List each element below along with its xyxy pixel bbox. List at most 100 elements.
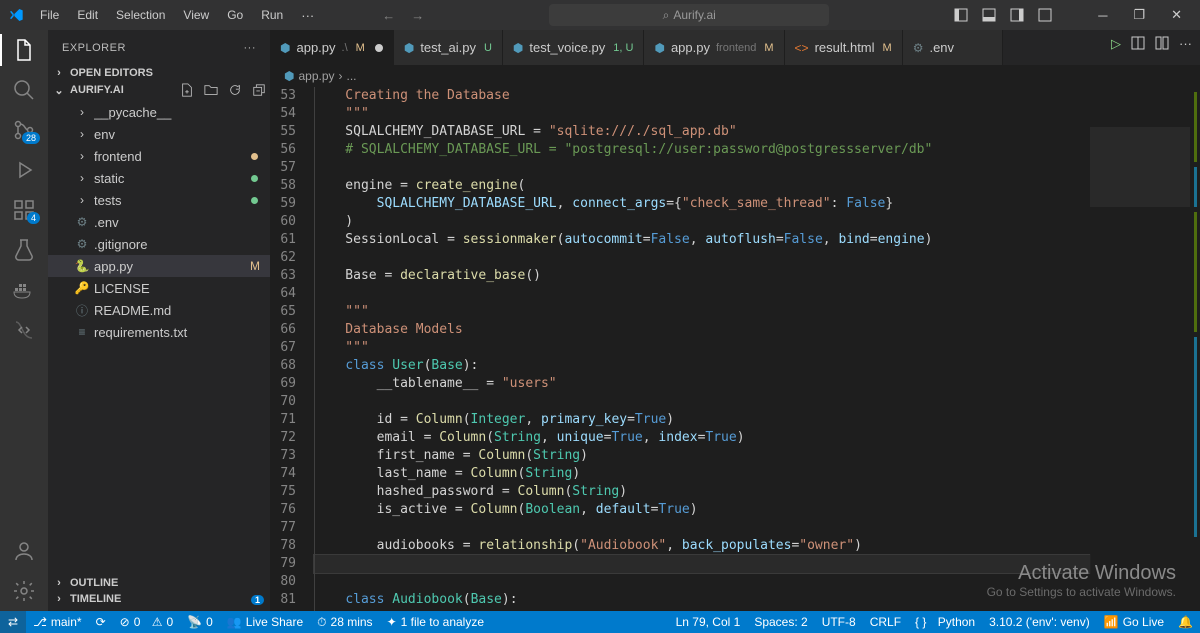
status-golive[interactable]: 📶Go Live: [1097, 611, 1171, 633]
code-line-82[interactable]: __tablename__ = "audiobooks": [314, 609, 1090, 611]
code-line-56[interactable]: # SQLALCHEMY_DATABASE_URL = "postgresql:…: [314, 141, 1090, 159]
tree-item--gitignore[interactable]: ⚙.gitignore: [48, 233, 270, 255]
new-file-icon[interactable]: [180, 83, 194, 97]
code-line-79[interactable]: [314, 555, 1090, 573]
status-ports[interactable]: 📡0: [180, 611, 220, 633]
menu-overflow[interactable]: ···: [293, 4, 322, 27]
tab--env-5[interactable]: ⚙.env: [903, 30, 1003, 65]
activity-remote-icon[interactable]: [12, 318, 36, 342]
code-line-57[interactable]: [314, 159, 1090, 177]
tree-item-readme-md[interactable]: ⓘREADME.md: [48, 299, 270, 321]
code-line-53[interactable]: Creating the Database: [314, 87, 1090, 105]
status-branch[interactable]: ⎇main*: [26, 611, 89, 633]
activity-search-icon[interactable]: [12, 78, 36, 102]
refresh-icon[interactable]: [228, 83, 242, 97]
code-line-55[interactable]: SQLALCHEMY_DATABASE_URL = "sqlite:///./s…: [314, 123, 1090, 141]
tree-item-requirements-txt[interactable]: ≡requirements.txt: [48, 321, 270, 343]
diff-icon[interactable]: [1155, 36, 1169, 52]
code-line-66[interactable]: Database Models: [314, 321, 1090, 339]
status-time[interactable]: ⏱28 mins: [310, 611, 379, 633]
command-center[interactable]: ⌕ Aurify.ai: [549, 4, 829, 26]
tab-app-py-0[interactable]: ⬢app.py.\M: [270, 30, 394, 65]
menu-run[interactable]: Run: [253, 4, 291, 27]
section-outline[interactable]: ›OUTLINE: [48, 575, 270, 591]
code-line-71[interactable]: id = Column(Integer, primary_key=True): [314, 411, 1090, 429]
menu-edit[interactable]: Edit: [69, 4, 106, 27]
layout-toggle-secondary-icon[interactable]: [1010, 8, 1024, 22]
code-content[interactable]: Creating the Database """ SQLALCHEMY_DAT…: [314, 87, 1090, 611]
code-editor[interactable]: 5354555657585960616263646566676869707172…: [270, 87, 1200, 611]
status-language[interactable]: { } Python: [908, 611, 982, 633]
menu-view[interactable]: View: [175, 4, 217, 27]
code-line-60[interactable]: ): [314, 213, 1090, 231]
nav-back-icon[interactable]: ←: [382, 8, 395, 23]
status-position[interactable]: Ln 79, Col 1: [669, 611, 748, 633]
tree-item-tests[interactable]: ›tests: [48, 189, 270, 211]
tree-item-app-py[interactable]: 🐍app.pyM: [48, 255, 270, 277]
code-line-64[interactable]: [314, 285, 1090, 303]
section-timeline[interactable]: ›TIMELINE1: [48, 591, 270, 607]
code-line-81[interactable]: class Audiobook(Base):: [314, 591, 1090, 609]
breadcrumb[interactable]: ⬢ app.py › ...: [270, 65, 1200, 87]
code-line-77[interactable]: [314, 519, 1090, 537]
layout-toggle-primary-icon[interactable]: [954, 8, 968, 22]
status-analyze[interactable]: ✦1 file to analyze: [380, 611, 491, 633]
code-line-73[interactable]: first_name = Column(String): [314, 447, 1090, 465]
tree-item-env[interactable]: ›env: [48, 123, 270, 145]
section-open-editors[interactable]: ›OPEN EDITORS: [48, 65, 270, 81]
status-problems[interactable]: ⊘0 ⚠0: [113, 611, 181, 633]
code-line-65[interactable]: """: [314, 303, 1090, 321]
status-spaces[interactable]: Spaces: 2: [747, 611, 814, 633]
menu-file[interactable]: File: [32, 4, 67, 27]
code-line-62[interactable]: [314, 249, 1090, 267]
status-eol[interactable]: CRLF: [863, 611, 908, 633]
code-line-68[interactable]: class User(Base):: [314, 357, 1090, 375]
activity-explorer-icon[interactable]: [12, 38, 36, 62]
status-liveshare[interactable]: 👥Live Share: [220, 611, 310, 633]
collapse-all-icon[interactable]: [252, 83, 266, 97]
tree-item-__pycache__[interactable]: ›__pycache__: [48, 101, 270, 123]
activity-testing-icon[interactable]: [12, 238, 36, 262]
window-minimize-icon[interactable]: ─: [1092, 8, 1113, 23]
code-line-72[interactable]: email = Column(String, unique=True, inde…: [314, 429, 1090, 447]
code-line-61[interactable]: SessionLocal = sessionmaker(autocommit=F…: [314, 231, 1090, 249]
tree-item-frontend[interactable]: ›frontend: [48, 145, 270, 167]
section-workspace[interactable]: ⌄ AURIFY.AI: [48, 81, 270, 99]
code-line-75[interactable]: hashed_password = Column(String): [314, 483, 1090, 501]
layout-customize-icon[interactable]: [1038, 8, 1052, 22]
status-notifications[interactable]: 🔔: [1171, 611, 1200, 633]
tab-test_voice-py-2[interactable]: ⬢test_voice.py1, U: [503, 30, 645, 65]
activity-scm-icon[interactable]: 28: [12, 118, 36, 142]
status-interpreter[interactable]: 3.10.2 ('env': venv): [982, 611, 1097, 633]
tab-result-html-4[interactable]: <>result.htmlM: [785, 30, 903, 65]
activity-extensions-icon[interactable]: 4: [12, 198, 36, 222]
run-icon[interactable]: ▷: [1111, 36, 1121, 52]
split-icon[interactable]: [1131, 36, 1145, 52]
activity-account-icon[interactable]: [12, 539, 36, 563]
tree-item-license[interactable]: 🔑LICENSE: [48, 277, 270, 299]
new-folder-icon[interactable]: [204, 83, 218, 97]
activity-docker-icon[interactable]: [12, 278, 36, 302]
tree-item--env[interactable]: ⚙.env: [48, 211, 270, 233]
status-remote[interactable]: ⇄: [0, 611, 26, 633]
code-line-67[interactable]: """: [314, 339, 1090, 357]
menu-go[interactable]: Go: [219, 4, 251, 27]
code-line-78[interactable]: audiobooks = relationship("Audiobook", b…: [314, 537, 1090, 555]
minimap[interactable]: [1090, 87, 1200, 611]
window-maximize-icon[interactable]: ❐: [1127, 7, 1151, 23]
window-close-icon[interactable]: ✕: [1165, 7, 1188, 23]
code-line-63[interactable]: Base = declarative_base(): [314, 267, 1090, 285]
layout-toggle-panel-icon[interactable]: [982, 8, 996, 22]
code-line-70[interactable]: [314, 393, 1090, 411]
activity-settings-icon[interactable]: [12, 579, 36, 603]
nav-forward-icon[interactable]: →: [411, 8, 424, 23]
code-line-58[interactable]: engine = create_engine(: [314, 177, 1090, 195]
code-line-74[interactable]: last_name = Column(String): [314, 465, 1090, 483]
code-line-69[interactable]: __tablename__ = "users": [314, 375, 1090, 393]
minimap-slider[interactable]: [1090, 127, 1190, 207]
status-sync[interactable]: ⟳: [89, 611, 113, 633]
activity-debug-icon[interactable]: [12, 158, 36, 182]
tree-item-static[interactable]: ›static: [48, 167, 270, 189]
more-actions-icon[interactable]: ···: [1179, 36, 1192, 52]
code-line-59[interactable]: SQLALCHEMY_DATABASE_URL, connect_args={"…: [314, 195, 1090, 213]
